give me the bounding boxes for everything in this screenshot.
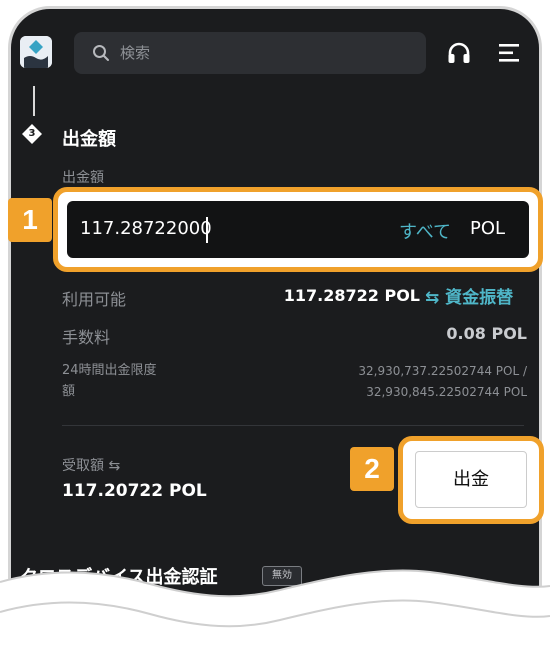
limit-value-line2: 32,930,845.22502744 POL: [366, 385, 527, 399]
search-icon: [93, 45, 109, 61]
fee-label: 手数料: [62, 328, 111, 347]
top-header: 検索: [20, 32, 535, 74]
search-input[interactable]: 検索: [74, 32, 426, 74]
annotation-badge-2: 2: [350, 447, 394, 491]
amount-value: 117.28722000: [80, 218, 212, 239]
headset-icon[interactable]: [446, 41, 472, 67]
divider: [62, 425, 524, 426]
section-title: 出金額: [62, 129, 116, 150]
receive-label: 受取額 ⇆: [62, 458, 121, 474]
fund-transfer-link[interactable]: ⇆ 資金振替: [425, 283, 513, 308]
step-number: 3: [28, 128, 36, 139]
step-connector: [33, 86, 35, 116]
torn-edge-divider: [0, 569, 550, 662]
available-label: 利用可能: [62, 290, 127, 309]
available-value: 117.28722 POL: [283, 286, 420, 305]
search-placeholder: 検索: [120, 44, 151, 62]
menu-icon[interactable]: [498, 42, 522, 64]
limit-value-line1: 32,930,737.22502744 POL /: [358, 364, 527, 378]
app-logo-icon[interactable]: [20, 36, 52, 68]
withdraw-button[interactable]: 出金: [415, 451, 527, 508]
app-screen: 検索 3 出金額 出金額 117.28722000 すべて POL 1 利用可能…: [0, 0, 550, 662]
text-cursor: [206, 217, 208, 243]
all-button[interactable]: すべて: [399, 218, 451, 244]
limit-label-line2: 額: [62, 384, 76, 399]
amount-unit: POL: [470, 218, 506, 239]
annotation-badge-1: 1: [8, 198, 52, 242]
fee-value: 0.08 POL: [446, 324, 527, 343]
receive-value: 117.20722 POL: [62, 481, 207, 501]
amount-field-label: 出金額: [62, 170, 104, 186]
limit-label-line1: 24時間出金限度: [62, 363, 157, 378]
